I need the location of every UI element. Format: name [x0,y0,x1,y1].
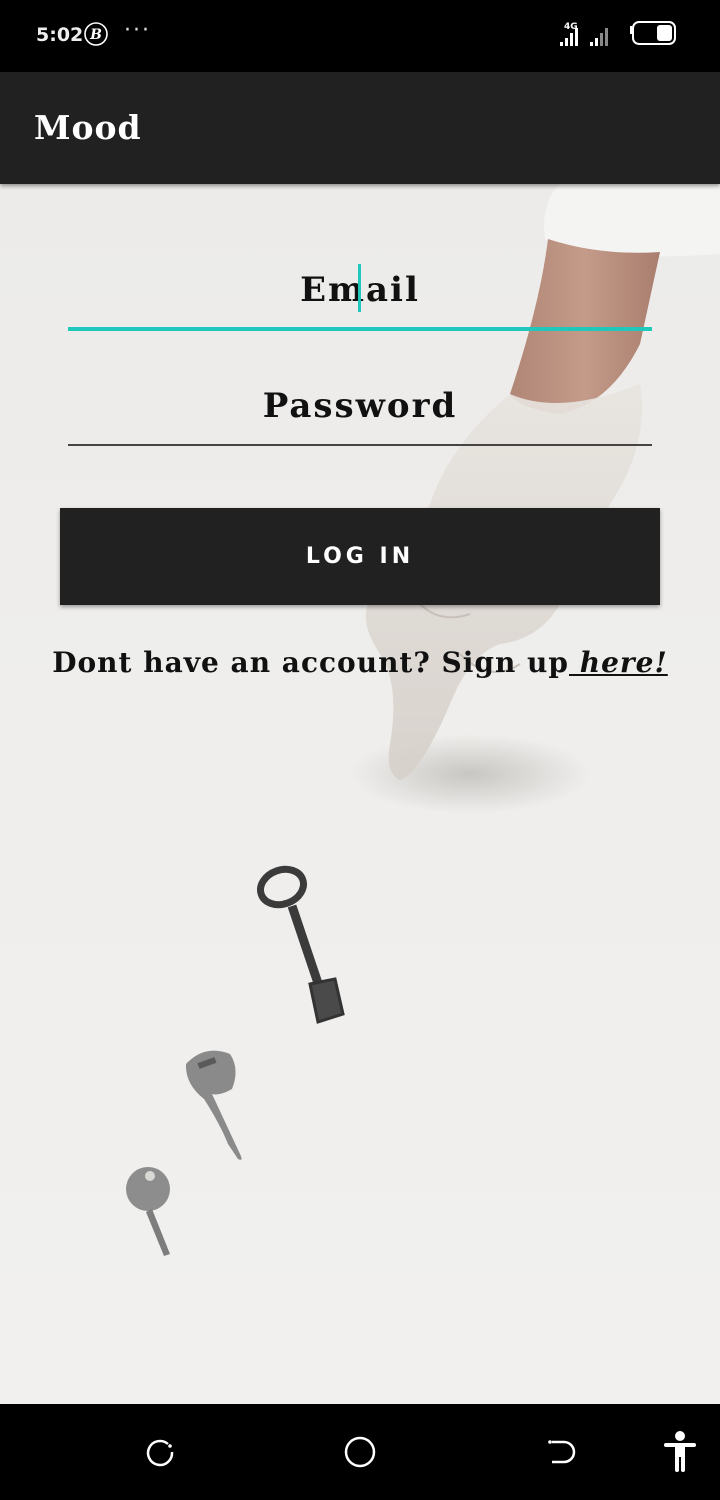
house-key-2 [126,1167,170,1256]
more-notifications-icon: ··· [124,18,151,43]
signup-prefix: Dont have an account? Sign up [52,646,569,679]
status-icons: 4G [560,21,676,46]
svg-text:B: B [89,27,102,43]
password-field-container [68,376,652,446]
home-icon[interactable] [342,1434,378,1470]
email-underline [68,327,652,331]
email-field-container [68,260,652,331]
signup-prompt: Dont have an account? Sign up here! [0,646,720,679]
app-title: Mood [34,108,142,147]
b-notification-icon: B [84,22,108,46]
signup-link[interactable]: here! [569,646,668,679]
background-photo [126,184,720,1256]
text-cursor [358,264,361,312]
status-bar: 5:02 B ··· 4G [0,0,720,72]
house-key-1 [185,1050,242,1160]
password-underline [68,444,652,446]
back-icon[interactable] [542,1434,578,1470]
skeleton-key [257,865,345,1024]
status-time: 5:02 [36,24,84,46]
battery-icon [630,21,676,45]
login-button[interactable]: LOG IN [60,508,660,605]
signal-icon-2 [590,28,608,46]
system-nav-bar [0,1404,720,1500]
recents-icon[interactable] [142,1434,178,1470]
app-bar: Mood [0,72,720,184]
accessibility-icon[interactable] [660,1430,700,1474]
password-input[interactable] [68,376,652,436]
login-screen: LOG IN Dont have an account? Sign up her… [0,184,720,1404]
